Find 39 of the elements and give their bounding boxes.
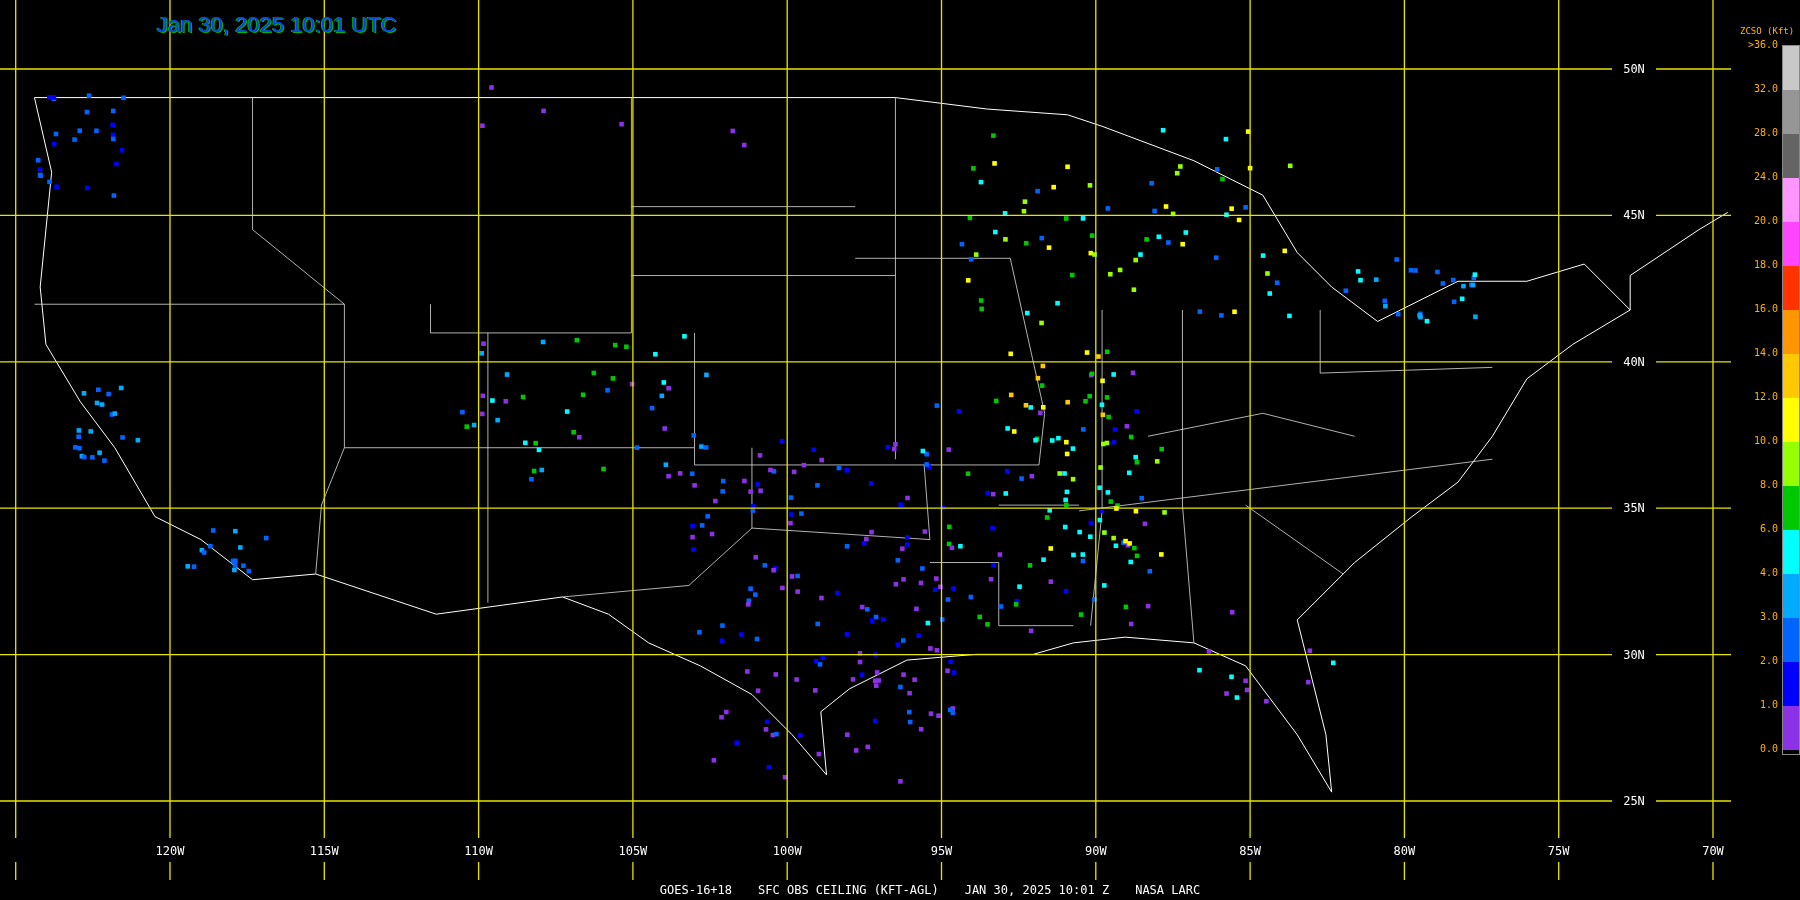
legend-label: 18.0 xyxy=(1752,259,1778,271)
legend-label: 8.0 xyxy=(1758,479,1778,491)
legend-label: 6.0 xyxy=(1758,523,1778,535)
legend-label: 28.0 xyxy=(1752,127,1778,139)
legend-label: 20.0 xyxy=(1752,215,1778,227)
legend-label: 24.0 xyxy=(1752,171,1778,183)
caption-text: SFC OBS CEILING (KFT-AGL) xyxy=(758,883,939,897)
caption-text: JAN 30, 2025 10:01 Z xyxy=(964,883,1110,897)
longitude-label: 70W xyxy=(1702,844,1724,858)
legend-label: 16.0 xyxy=(1752,303,1778,315)
caption-text: NASA LARC xyxy=(1135,883,1201,897)
legend-label: 10.0 xyxy=(1752,435,1778,447)
legend-label: >36.0 xyxy=(1746,39,1778,51)
longitude-label: 75W xyxy=(1547,844,1570,858)
legend-label: 12.0 xyxy=(1752,391,1778,403)
latitude-label: 25N xyxy=(1623,794,1645,808)
longitude-label: 110W xyxy=(464,844,494,858)
legend-label: 1.0 xyxy=(1758,699,1778,711)
latitude-label: 30N xyxy=(1623,647,1645,662)
caption-text: GOES-16+18 xyxy=(659,883,733,897)
latitude-label: 40N xyxy=(1623,354,1645,369)
longitude-label: 115W xyxy=(309,844,339,858)
legend-label: 0.0 xyxy=(1758,743,1778,755)
latitude-label: 35N xyxy=(1623,501,1645,516)
longitude-label: 90W xyxy=(1084,844,1107,858)
longitude-label: 85W xyxy=(1239,844,1261,858)
longitude-label: 80W xyxy=(1393,844,1416,858)
latitude-label: 50N xyxy=(1623,62,1645,76)
legend-label: 14.0 xyxy=(1752,347,1778,359)
longitude-label: 95W xyxy=(930,844,953,858)
longitude-label: 100W xyxy=(772,844,802,858)
legend-label: 2.0 xyxy=(1758,655,1778,667)
legend-title: ZCSO (Kft) xyxy=(1740,26,1796,37)
legend-label: 32.0 xyxy=(1752,83,1778,95)
longitude-label: 120W xyxy=(155,844,185,858)
longitude-label: 105W xyxy=(618,844,648,858)
legend-label: 4.0 xyxy=(1758,567,1778,579)
legend-label: 3.0 xyxy=(1758,611,1778,623)
latitude-label: 45N xyxy=(1623,208,1645,223)
